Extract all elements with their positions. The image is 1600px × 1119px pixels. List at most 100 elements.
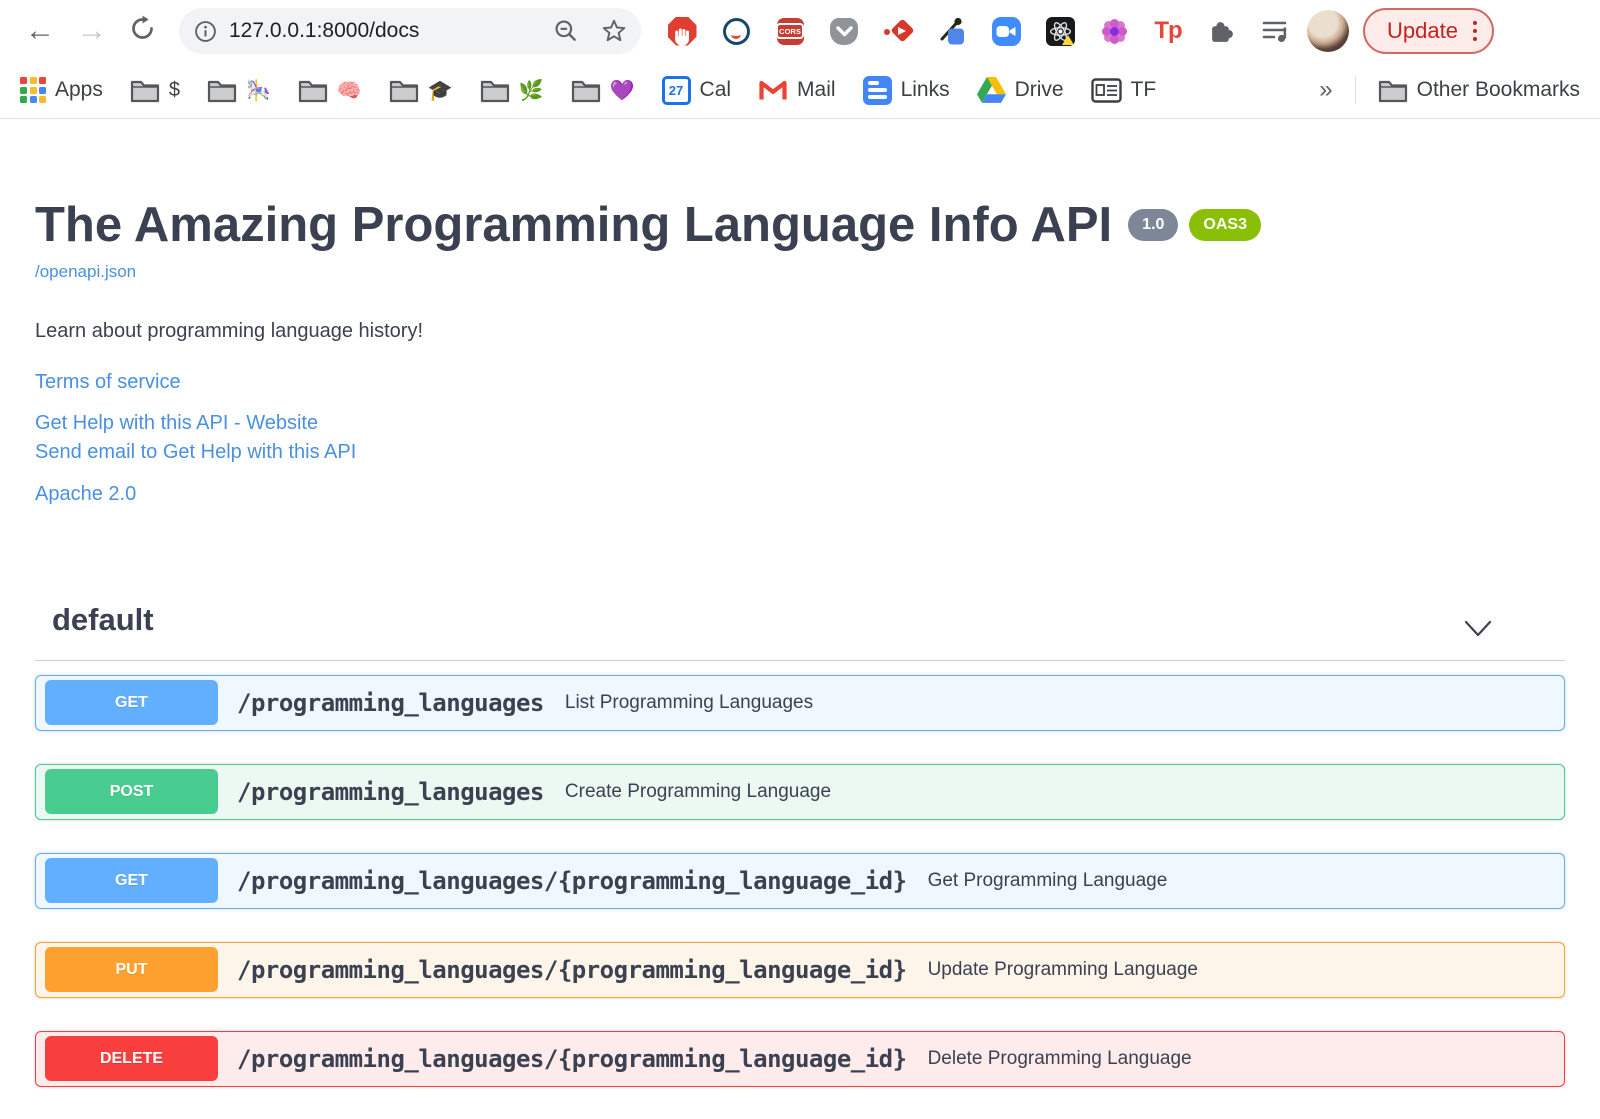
cors-badge-icon: CORS bbox=[775, 17, 805, 45]
site-info-icon[interactable] bbox=[194, 20, 217, 43]
bookmark-label: Other Bookmarks bbox=[1416, 78, 1580, 101]
react-devtools-extension-icon[interactable] bbox=[1045, 16, 1075, 46]
cors-extension-icon[interactable]: CORS bbox=[775, 16, 805, 46]
video-camera-icon bbox=[991, 16, 1021, 46]
method-badge: POST bbox=[45, 769, 218, 815]
bookmark-folder-graduation[interactable]: 🎓 bbox=[389, 78, 453, 103]
drive-icon bbox=[976, 77, 1006, 103]
color-picker-extension-icon[interactable] bbox=[937, 16, 967, 46]
diamond-arrow-icon bbox=[883, 17, 915, 45]
links-list-icon bbox=[862, 75, 892, 105]
version-badge: 1.0 bbox=[1128, 209, 1179, 241]
bookmark-label: Drive bbox=[1014, 78, 1064, 101]
bookmarks-overflow-chevron[interactable]: » bbox=[1319, 76, 1332, 104]
bookmark-tf[interactable]: TF bbox=[1090, 77, 1157, 103]
bookmark-apps[interactable]: Apps bbox=[20, 77, 103, 103]
flower-extension-icon[interactable] bbox=[1099, 16, 1129, 46]
help-links-block: Get Help with this API - Website Send em… bbox=[35, 409, 1565, 467]
folder-icon bbox=[389, 80, 418, 102]
endpoint-summary: Create Programming Language bbox=[564, 780, 832, 802]
pocket-extension-icon[interactable] bbox=[829, 16, 859, 46]
folder-icon bbox=[480, 80, 509, 102]
tp-letters-icon: Tp bbox=[1154, 17, 1182, 44]
openapi-spec-link[interactable]: /openapi.json bbox=[35, 262, 136, 282]
method-badge: DELETE bbox=[45, 1036, 218, 1082]
music-playlist-icon bbox=[1262, 21, 1287, 43]
folder-emoji: $ bbox=[168, 78, 180, 101]
api-title-row: The Amazing Programming Language Info AP… bbox=[35, 198, 1565, 253]
endpoint-row-delete[interactable]: DELETE /programming_languages/{programmi… bbox=[35, 1030, 1565, 1087]
api-description: Learn about programming language history… bbox=[35, 319, 424, 342]
extensions-menu-button[interactable] bbox=[1207, 16, 1237, 46]
calendar-icon: 27 bbox=[661, 75, 691, 105]
bookmark-star-icon[interactable] bbox=[601, 18, 627, 44]
bookmark-label: Cal bbox=[699, 78, 732, 101]
url-bar[interactable]: 127.0.0.1:8000/docs bbox=[179, 8, 641, 54]
zoom-out-icon[interactable] bbox=[553, 18, 579, 44]
endpoint-summary: Update Programming Language bbox=[927, 958, 1198, 980]
zoom-extension-icon[interactable] bbox=[991, 16, 1021, 46]
warning-triangle-icon bbox=[1061, 34, 1074, 45]
section-default-header[interactable]: default bbox=[35, 602, 1565, 661]
bookmark-label: TF bbox=[1130, 78, 1157, 101]
folder-emoji: 💜 bbox=[609, 79, 635, 102]
bookmark-calendar[interactable]: 27 Cal bbox=[661, 75, 732, 105]
profile-avatar[interactable] bbox=[1307, 10, 1349, 52]
bookmark-folder-heart[interactable]: 💜 bbox=[571, 78, 635, 103]
apps-grid-icon bbox=[20, 77, 46, 103]
stop-hand-icon bbox=[667, 16, 697, 46]
adblock-extension-icon[interactable] bbox=[667, 16, 697, 46]
api-title: The Amazing Programming Language Info AP… bbox=[35, 198, 1113, 252]
atom-icon bbox=[1045, 16, 1075, 46]
bookmark-folder-herb[interactable]: 🌿 bbox=[480, 78, 544, 103]
chevron-down-icon[interactable] bbox=[1463, 620, 1493, 638]
folder-icon bbox=[130, 80, 159, 102]
folder-icon bbox=[298, 80, 328, 102]
bookmark-mail[interactable]: Mail bbox=[758, 78, 836, 102]
terms-of-service-link[interactable]: Terms of service bbox=[35, 371, 1565, 394]
chat-extension-icon[interactable] bbox=[721, 16, 751, 46]
tampermonkey-extension-icon[interactable]: Tp bbox=[1153, 16, 1183, 46]
extensions-row: CORS Tp bbox=[667, 16, 1291, 46]
url-text[interactable]: 127.0.0.1:8000/docs bbox=[229, 19, 553, 43]
endpoint-summary: Get Programming Language bbox=[927, 869, 1168, 891]
bookmark-links[interactable]: Links bbox=[862, 75, 950, 105]
id-card-icon bbox=[1090, 77, 1122, 103]
bookmark-folder-brain[interactable]: 🧠 bbox=[298, 78, 362, 103]
oas3-badge: OAS3 bbox=[1189, 209, 1261, 241]
method-badge: GET bbox=[45, 680, 218, 726]
endpoint-row-post-create[interactable]: POST /programming_languages Create Progr… bbox=[35, 763, 1565, 820]
bookmark-folder-dollar[interactable]: $ bbox=[130, 78, 180, 103]
folder-emoji: 🌿 bbox=[518, 79, 544, 102]
section-title: default bbox=[52, 601, 154, 637]
folder-emoji: 🎓 bbox=[427, 79, 453, 102]
endpoint-summary: Delete Programming Language bbox=[927, 1047, 1192, 1069]
playlist-extension-icon[interactable] bbox=[1261, 16, 1291, 46]
bookmark-folder-carousel[interactable]: 🎠 bbox=[207, 78, 271, 103]
endpoint-path: /programming_languages bbox=[237, 777, 544, 806]
purple-flower-icon bbox=[1109, 26, 1119, 36]
browser-menu-kebab-icon[interactable] bbox=[1472, 20, 1478, 42]
method-badge: GET bbox=[45, 858, 218, 904]
help-email-link[interactable]: Send email to Get Help with this API bbox=[35, 438, 1565, 467]
folder-icon bbox=[1378, 80, 1407, 102]
other-bookmarks[interactable]: Other Bookmarks bbox=[1378, 78, 1580, 103]
endpoint-list: GET /programming_languages List Programm… bbox=[35, 674, 1565, 1087]
endpoint-row-get-list[interactable]: GET /programming_languages List Programm… bbox=[35, 674, 1565, 731]
endpoint-row-get-one[interactable]: GET /programming_languages/{programming_… bbox=[35, 852, 1565, 909]
bookmark-drive[interactable]: Drive bbox=[976, 77, 1064, 103]
license-link[interactable]: Apache 2.0 bbox=[35, 483, 1565, 506]
bookmarks-divider bbox=[1354, 76, 1356, 104]
help-website-link[interactable]: Get Help with this API - Website bbox=[35, 409, 1565, 438]
folder-icon bbox=[571, 80, 600, 102]
forward-button[interactable]: → bbox=[77, 16, 107, 46]
endpoint-path: /programming_languages/{programming_lang… bbox=[237, 866, 907, 895]
back-button[interactable]: ← bbox=[25, 16, 55, 46]
red-diamond-extension-icon[interactable] bbox=[883, 16, 915, 46]
reload-button[interactable] bbox=[129, 15, 156, 48]
endpoint-row-put-update[interactable]: PUT /programming_languages/{programming_… bbox=[35, 941, 1565, 998]
speech-bubble-icon bbox=[722, 17, 750, 45]
update-button[interactable]: Update bbox=[1363, 8, 1495, 54]
browser-toolbar: ← → 127.0.0.1:8000/docs CORS Tp Update bbox=[0, 0, 1600, 62]
endpoint-summary: List Programming Languages bbox=[564, 691, 814, 713]
